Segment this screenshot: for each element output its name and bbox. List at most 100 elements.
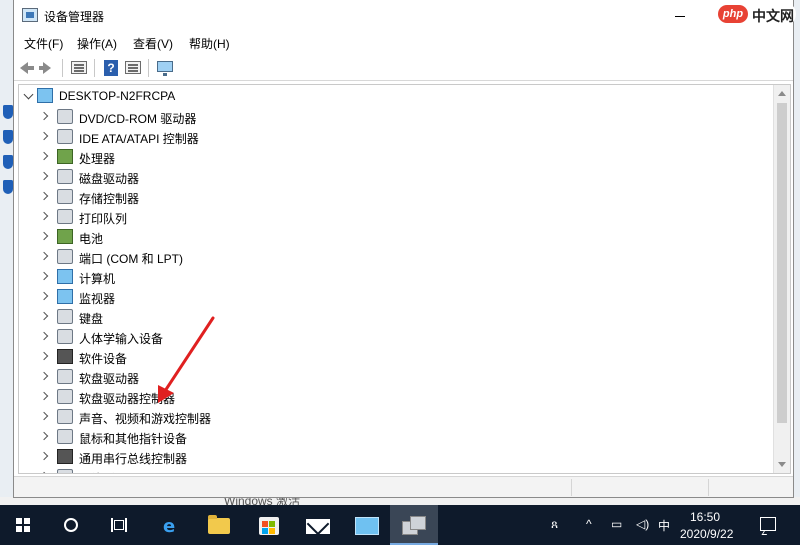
vertical-scrollbar[interactable] bbox=[773, 85, 790, 473]
clock-time[interactable]: 16:50 bbox=[690, 510, 720, 524]
view-icon bbox=[125, 61, 141, 74]
tree-item[interactable]: 端口 (COM 和 LPT) bbox=[19, 247, 759, 267]
mail-icon bbox=[306, 519, 330, 534]
tree-item[interactable]: 处理器 bbox=[19, 147, 759, 167]
ime-indicator[interactable]: 中 bbox=[658, 517, 670, 534]
chevron-right-icon[interactable] bbox=[39, 351, 49, 361]
start-button[interactable] bbox=[0, 505, 48, 545]
tree-item[interactable]: 监视器 bbox=[19, 287, 759, 307]
mail-button[interactable] bbox=[295, 505, 341, 545]
tree-item-label: 端口 (COM 和 LPT) bbox=[79, 252, 183, 266]
forward-arrow-icon bbox=[43, 62, 51, 74]
printer-icon bbox=[57, 209, 73, 224]
scroll-up-icon[interactable] bbox=[778, 91, 786, 96]
ide-controller-icon bbox=[57, 129, 73, 144]
device-manager-window: 设备管理器 文件(F) 操作(A) 查看(V) 帮助(H) ? DESKTOP-… bbox=[13, 0, 794, 498]
chevron-right-icon[interactable] bbox=[39, 451, 49, 461]
taskbar-app-button[interactable] bbox=[344, 505, 390, 545]
tree-item[interactable]: 人体学输入设备 bbox=[19, 327, 759, 347]
back-button[interactable] bbox=[18, 59, 36, 77]
tree-item[interactable]: IDE ATA/ATAPI 控制器 bbox=[19, 127, 759, 147]
device-manager-taskbar-button[interactable] bbox=[390, 505, 438, 545]
search-button[interactable] bbox=[48, 505, 94, 545]
device-tree[interactable]: DESKTOP-N2FRCPA DVD/CD-ROM 驱动器 IDE ATA/AT… bbox=[18, 84, 791, 474]
chevron-right-icon[interactable] bbox=[39, 411, 49, 421]
chevron-right-icon[interactable] bbox=[39, 171, 49, 181]
chevron-right-icon[interactable] bbox=[39, 271, 49, 281]
scroll-down-icon[interactable] bbox=[778, 462, 786, 467]
edge-button[interactable]: e bbox=[146, 505, 192, 545]
chevron-right-icon[interactable] bbox=[39, 471, 49, 473]
search-icon bbox=[64, 518, 78, 532]
speaker-icon bbox=[57, 409, 73, 424]
back-arrow-stem bbox=[28, 66, 34, 70]
tree-item[interactable]: 网络适配器 bbox=[19, 467, 759, 473]
view-button[interactable] bbox=[124, 59, 142, 77]
chevron-right-icon[interactable] bbox=[39, 431, 49, 441]
screen: Windows 激活 设备管理器 文件(F) 操作(A) 查看(V) 帮助(H) bbox=[0, 0, 800, 545]
tree-item-label: DVD/CD-ROM 驱动器 bbox=[79, 112, 197, 126]
people-icon[interactable]: ጸ bbox=[551, 517, 558, 532]
status-cell bbox=[571, 479, 572, 496]
chevron-right-icon[interactable] bbox=[39, 291, 49, 301]
usb-icon bbox=[57, 449, 73, 464]
chevron-right-icon[interactable] bbox=[39, 231, 49, 241]
chevron-right-icon[interactable] bbox=[39, 251, 49, 261]
desktop-background-left bbox=[0, 0, 14, 505]
tree-item[interactable]: 鼠标和其他指针设备 bbox=[19, 427, 759, 447]
desktop-background-bottom bbox=[0, 497, 800, 505]
menu-file[interactable]: 文件(F) bbox=[24, 35, 63, 52]
help-button[interactable]: ? bbox=[102, 59, 120, 77]
chevron-right-icon[interactable] bbox=[39, 391, 49, 401]
menu-help[interactable]: 帮助(H) bbox=[189, 35, 230, 52]
tree-item[interactable]: 软件设备 bbox=[19, 347, 759, 367]
software-device-icon bbox=[57, 349, 73, 364]
tree-item[interactable]: 计算机 bbox=[19, 267, 759, 287]
chevron-right-icon[interactable] bbox=[39, 311, 49, 321]
chevron-right-icon[interactable] bbox=[39, 371, 49, 381]
floppy-controller-icon bbox=[57, 389, 73, 404]
windows-activation-text: Windows 激活 bbox=[224, 497, 301, 505]
tree-item[interactable]: 存储控制器 bbox=[19, 187, 759, 207]
minimize-button[interactable] bbox=[666, 5, 694, 25]
chevron-right-icon[interactable] bbox=[39, 331, 49, 341]
chevron-down-icon[interactable] bbox=[23, 89, 34, 100]
title-bar[interactable]: 设备管理器 bbox=[14, 0, 793, 30]
computer-icon bbox=[57, 269, 73, 284]
keyboard-icon bbox=[57, 309, 73, 324]
device-manager-icon bbox=[22, 8, 38, 22]
menu-action[interactable]: 操作(A) bbox=[77, 35, 117, 52]
scan-hardware-button[interactable] bbox=[156, 59, 174, 77]
chevron-up-icon[interactable]: ^ bbox=[586, 517, 592, 531]
menu-view[interactable]: 查看(V) bbox=[133, 35, 173, 52]
tree-item[interactable]: 声音、视频和游戏控制器 bbox=[19, 407, 759, 427]
clock-date[interactable]: 2020/9/22 bbox=[680, 527, 733, 541]
toolbar-separator bbox=[94, 59, 95, 77]
tree-root-row[interactable]: DESKTOP-N2FRCPA bbox=[19, 87, 759, 107]
chevron-right-icon[interactable] bbox=[39, 151, 49, 161]
forward-button[interactable] bbox=[39, 59, 57, 77]
tree-item[interactable]: DVD/CD-ROM 驱动器 bbox=[19, 107, 759, 127]
chevron-right-icon[interactable] bbox=[39, 111, 49, 121]
tree-item[interactable]: 磁盘驱动器 bbox=[19, 167, 759, 187]
tree-item[interactable]: 电池 bbox=[19, 227, 759, 247]
tree-item[interactable]: 通用串行总线控制器 bbox=[19, 447, 759, 467]
task-view-button[interactable] bbox=[94, 505, 140, 545]
mouse-icon bbox=[57, 429, 73, 444]
network-icon[interactable]: ▭ bbox=[611, 517, 622, 531]
chevron-right-icon[interactable] bbox=[39, 131, 49, 141]
tree-item[interactable]: 软盘驱动器 bbox=[19, 367, 759, 387]
tree-item[interactable]: 键盘 bbox=[19, 307, 759, 327]
file-explorer-button[interactable] bbox=[196, 505, 242, 545]
notification-icon[interactable] bbox=[760, 517, 776, 531]
chevron-right-icon[interactable] bbox=[39, 191, 49, 201]
chevron-right-icon[interactable] bbox=[39, 211, 49, 221]
volume-icon[interactable]: ◁) bbox=[636, 517, 649, 531]
tree-item[interactable]: 打印队列 bbox=[19, 207, 759, 227]
battery-icon bbox=[57, 229, 73, 244]
tree-item-label: 磁盘驱动器 bbox=[79, 172, 140, 186]
tree-item[interactable]: 软盘驱动器控制器 bbox=[19, 387, 759, 407]
scroll-thumb[interactable] bbox=[777, 103, 787, 423]
properties-button[interactable] bbox=[70, 59, 88, 77]
store-button[interactable] bbox=[246, 505, 292, 545]
